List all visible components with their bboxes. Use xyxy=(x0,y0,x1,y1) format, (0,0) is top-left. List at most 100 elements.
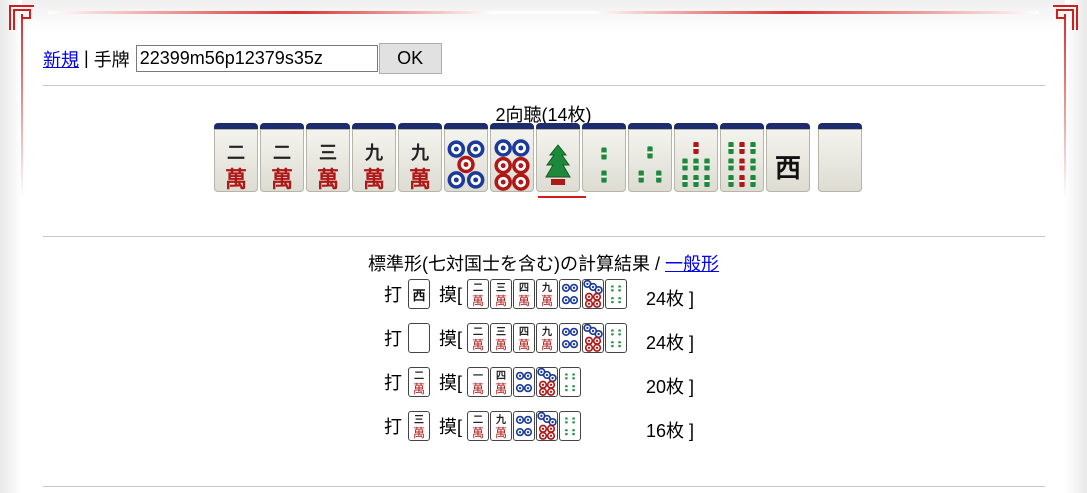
manzu-三-tile-icon[interactable]: 三萬 xyxy=(408,411,430,441)
pinzu-7-tile-icon xyxy=(536,367,559,397)
discard-label: 打 xyxy=(384,373,402,393)
svg-text:萬: 萬 xyxy=(472,294,484,308)
discard-label: 打 xyxy=(384,285,402,305)
souzu-4-tile-icon xyxy=(605,323,628,353)
pinzu-4-tile-icon xyxy=(513,367,536,397)
result-row: 打西摸[二萬三萬四萬九萬 24枚 ] xyxy=(384,279,694,309)
manzu-九-tile-icon: 九萬 xyxy=(490,411,513,441)
svg-text:萬: 萬 xyxy=(225,167,247,192)
results-title: 標準形(七対国士を含む)の計算結果 / 一般形 xyxy=(0,250,1087,276)
manzu-二-tile-icon: 二萬 xyxy=(467,411,490,441)
pinzu-4-tile-icon xyxy=(513,411,536,441)
pinzu-4-tile-icon xyxy=(559,323,582,353)
draw-tiles: 一萬四萬 xyxy=(467,367,582,397)
ok-button[interactable]: OK xyxy=(378,43,442,74)
manzu-四-tile-icon: 四萬 xyxy=(513,279,536,309)
white-dragon-tile-icon[interactable] xyxy=(408,323,430,353)
svg-text:四: 四 xyxy=(519,282,529,294)
souzu-7-tile-icon[interactable] xyxy=(674,123,718,192)
pinzu-7-tile-icon xyxy=(536,411,559,441)
draw-label: 摸[ xyxy=(439,329,463,349)
svg-text:萬: 萬 xyxy=(413,382,425,396)
manzu-一-tile-icon: 一萬 xyxy=(467,367,490,397)
svg-text:三: 三 xyxy=(496,282,506,294)
svg-text:四: 四 xyxy=(519,326,529,338)
svg-text:萬: 萬 xyxy=(495,382,507,396)
svg-text:九: 九 xyxy=(364,143,383,164)
discard-marker xyxy=(538,196,586,198)
pinzu-7-tile-icon xyxy=(582,323,605,353)
tile-count: 24枚 ] xyxy=(646,333,695,353)
west-wind-tile-icon[interactable]: 西 xyxy=(408,279,430,309)
west-wind-tile-icon[interactable]: 西 xyxy=(766,123,810,192)
pinzu-4-tile-icon xyxy=(559,279,582,309)
new-link[interactable]: 新規 xyxy=(43,46,79,72)
manzu-四-tile-icon: 四萬 xyxy=(490,367,513,397)
souzu-4-tile-icon xyxy=(559,411,582,441)
draw-tiles: 二萬九萬 xyxy=(467,411,582,441)
souzu-2-tile-icon[interactable] xyxy=(582,123,626,192)
divider xyxy=(43,236,1045,237)
manzu-二-tile-icon[interactable]: 二萬 xyxy=(408,367,430,397)
results-title-text: 標準形(七対国士を含む)の計算結果 / xyxy=(367,254,660,274)
svg-text:萬: 萬 xyxy=(413,426,425,440)
hand-input[interactable] xyxy=(135,45,378,72)
svg-text:九: 九 xyxy=(541,281,552,294)
manzu-2-tile-icon[interactable]: 二萬 xyxy=(214,123,258,193)
separator: | xyxy=(84,48,89,68)
svg-text:萬: 萬 xyxy=(541,294,553,308)
svg-text:二: 二 xyxy=(473,414,483,426)
svg-text:萬: 萬 xyxy=(541,338,553,352)
svg-text:西: 西 xyxy=(775,154,801,184)
tile-count: 20枚 ] xyxy=(646,377,695,397)
souzu-3-tile-icon[interactable] xyxy=(628,123,672,192)
general-form-link[interactable]: 一般形 xyxy=(665,254,719,274)
discard-label: 打 xyxy=(384,417,402,437)
svg-text:萬: 萬 xyxy=(271,167,293,192)
svg-text:萬: 萬 xyxy=(317,167,339,192)
souzu-9-tile-icon[interactable] xyxy=(720,123,764,192)
corner-ornament-icon xyxy=(9,5,34,30)
pinzu-6-tile-icon[interactable] xyxy=(490,123,534,192)
svg-text:萬: 萬 xyxy=(495,338,507,352)
manzu-9-tile-icon[interactable]: 九萬 xyxy=(398,123,442,193)
result-row: 打三萬摸[二萬九萬 16枚 ] xyxy=(384,411,694,441)
hand-input-form: 新規 | 手牌 OK xyxy=(43,43,442,74)
tile-count: 24枚 ] xyxy=(646,289,695,309)
pinzu-7-tile-icon xyxy=(582,279,605,309)
manzu-九-tile-icon: 九萬 xyxy=(536,323,559,353)
hand-tiles: 二萬二萬三萬九萬九萬西 xyxy=(214,123,864,193)
svg-text:萬: 萬 xyxy=(518,294,530,308)
manzu-3-tile-icon[interactable]: 三萬 xyxy=(306,123,350,193)
result-row: 打二萬摸[一萬四萬 20枚 ] xyxy=(384,367,694,397)
pinzu-5-tile-icon[interactable] xyxy=(444,123,488,192)
svg-text:二: 二 xyxy=(227,143,245,164)
result-row: 打摸[二萬三萬四萬九萬 24枚 ] xyxy=(384,323,694,353)
frame-shadow-top xyxy=(0,0,1087,30)
draw-label: 摸[ xyxy=(439,285,463,305)
corner-ornament-icon xyxy=(1053,5,1078,30)
svg-text:九: 九 xyxy=(410,143,429,164)
svg-text:萬: 萬 xyxy=(472,382,484,396)
manzu-2-tile-icon[interactable]: 二萬 xyxy=(260,123,304,193)
souzu-4-tile-icon xyxy=(559,367,582,397)
svg-text:西: 西 xyxy=(412,289,425,304)
divider xyxy=(43,85,1045,86)
manzu-二-tile-icon: 二萬 xyxy=(467,323,490,353)
svg-text:萬: 萬 xyxy=(472,426,484,440)
divider xyxy=(43,486,1045,487)
draw-label: 摸[ xyxy=(439,417,463,437)
manzu-9-tile-icon[interactable]: 九萬 xyxy=(352,123,396,193)
svg-text:二: 二 xyxy=(473,282,483,294)
svg-text:九: 九 xyxy=(541,325,552,338)
draw-tiles: 二萬三萬四萬九萬 xyxy=(467,279,628,309)
svg-text:三: 三 xyxy=(496,326,506,338)
draw-tiles: 二萬三萬四萬九萬 xyxy=(467,323,628,353)
frame-border-top xyxy=(48,11,1039,14)
draw-label: 摸[ xyxy=(439,373,463,393)
white-dragon-tile-icon[interactable] xyxy=(818,123,862,192)
tile-count: 16枚 ] xyxy=(646,421,695,441)
svg-text:萬: 萬 xyxy=(495,294,507,308)
souzu-1-bird-tile-icon[interactable] xyxy=(536,123,580,192)
svg-text:四: 四 xyxy=(496,370,506,382)
